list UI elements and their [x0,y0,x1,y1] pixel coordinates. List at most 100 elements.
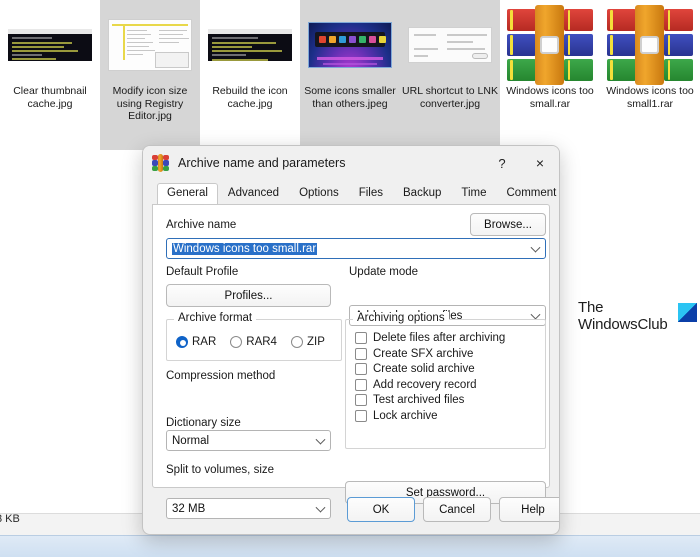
radio-indicator [230,336,243,348]
archive-name-input[interactable]: Windows icons too small.rar [166,238,546,259]
status-file-size: 3 KB [0,513,20,525]
checkbox-delete-files-after-archiving[interactable]: Delete files after archiving [355,332,539,344]
general-tab-panel: Archive name Browse... Windows icons too… [152,204,550,519]
dictionary-size-label: Dictionary size [166,417,241,429]
registry-editor-screenshot-icon [108,19,192,71]
radio-zip-label: ZIP [306,336,325,348]
file-name-label: Windows icons too small1.rar [606,85,694,110]
checkbox-indicator [355,363,367,375]
checkbox-create-sfx-archive[interactable]: Create SFX archive [355,347,539,360]
file-item[interactable]: Some icons smaller than others.jpeg [300,0,400,150]
file-item[interactable]: Windows icons too small1.rar [600,0,700,150]
terminal-screenshot-icon [208,29,292,61]
watermark-line-2: WindowsClub [578,315,668,333]
document-screenshot-icon [408,27,492,63]
checkbox-label: Create solid archive [373,363,475,375]
file-item[interactable]: Rebuild the icon cache.jpg [200,0,300,150]
file-item[interactable]: Clear thumbnail cache.jpg [0,0,100,150]
tab-files[interactable]: Files [349,183,393,204]
checkbox-lock-archive[interactable]: Lock archive [355,409,539,422]
compression-method-value: Normal [172,434,210,447]
file-thumbnail [506,4,594,86]
chevron-down-icon[interactable] [315,434,326,445]
checkbox-label: Test archived files [373,394,465,406]
file-item[interactable]: Windows icons too small.rar [500,0,600,150]
checkbox-add-recovery-record[interactable]: Add recovery record [355,378,539,391]
file-thumbnail [6,8,94,82]
winrar-icon [152,154,170,173]
checkbox-indicator [355,409,367,422]
tab-comment[interactable]: Comment [497,183,560,204]
desktop-screenshot-icon [308,22,392,68]
default-profile-label: Default Profile [166,266,239,278]
chevron-down-icon[interactable] [530,309,541,320]
archiving-options-group: Archiving options Delete files after arc… [345,312,546,449]
checkbox-test-archived-files[interactable]: Test archived files [355,394,539,406]
windowsclub-logo-icon [677,303,697,322]
help-button[interactable]: Help [499,497,559,522]
radio-indicator [176,336,188,348]
file-thumbnail [306,8,394,82]
archiving-options-label: Archiving options [353,312,449,324]
file-name-label: URL shortcut to LNK converter.jpg [402,85,498,110]
compression-method-select[interactable]: Normal [166,430,331,451]
compression-method-label: Compression method [166,370,276,382]
tab-time[interactable]: Time [451,183,496,204]
close-icon[interactable]: × [521,146,559,180]
split-volumes-label: Split to volumes, size [166,464,275,476]
checkbox-indicator [355,332,367,344]
file-thumbnail [606,4,694,86]
checkbox-indicator [355,347,367,360]
archive-name-value: Windows icons too small.rar [172,242,318,255]
archive-format-group: Archive format RAR RAR4 ZIP [166,312,342,361]
cancel-button[interactable]: Cancel [423,497,491,522]
checkbox-indicator [355,378,367,391]
checkbox-label: Add recovery record [373,378,477,391]
tab-general[interactable]: General [157,183,218,204]
file-name-label: Rebuild the icon cache.jpg [212,85,288,110]
update-mode-label: Update mode [349,266,419,278]
archive-name-label: Archive name [166,219,237,231]
file-thumbnail-strip: Clear thumbnail cache.jpg Modify icon si… [0,0,700,150]
tab-bar: General Advanced Options Files Backup Ti… [143,180,559,204]
radio-rar4[interactable]: RAR4 [230,336,277,348]
checkbox-label: Lock archive [373,409,438,422]
file-name-label: Clear thumbnail cache.jpg [13,85,87,110]
tab-backup[interactable]: Backup [393,183,451,204]
radio-indicator [290,336,303,348]
radio-zip[interactable]: ZIP [290,336,325,348]
radio-rar4-label: RAR4 [246,336,277,348]
file-thumbnail [406,8,494,82]
file-item[interactable]: URL shortcut to LNK converter.jpg [400,0,500,150]
archive-format-label: Archive format [174,312,257,324]
file-item[interactable]: Modify icon size using Registry Editor.j… [100,0,200,150]
winrar-archive-icon [607,4,694,86]
file-name-label: Modify icon size using Registry Editor.j… [112,85,188,122]
winrar-archive-icon [507,4,594,86]
watermark: The WindowsClub [578,299,697,333]
help-icon[interactable]: ? [483,146,521,180]
checkbox-label: Delete files after archiving [373,332,506,344]
radio-rar[interactable]: RAR [176,336,216,348]
file-name-label: Windows icons too small.rar [506,85,594,110]
file-thumbnail [206,8,294,82]
taskbar[interactable] [0,535,700,557]
chevron-down-icon[interactable] [530,242,541,253]
dialog-footer: OK Cancel Help [143,488,559,534]
file-name-label: Some icons smaller than others.jpeg [304,85,396,110]
file-thumbnail [106,8,194,82]
radio-rar-label: RAR [192,336,217,348]
dialog-title-bar[interactable]: Archive name and parameters ? × [143,146,559,180]
browse-button[interactable]: Browse... [470,213,546,236]
ok-button[interactable]: OK [347,497,415,522]
dialog-title: Archive name and parameters [178,156,346,170]
tab-options[interactable]: Options [289,183,349,204]
archive-parameters-dialog: Archive name and parameters ? × General … [142,145,560,535]
profiles-button[interactable]: Profiles... [166,284,331,307]
checkbox-indicator [355,394,367,406]
checkbox-label: Create SFX archive [373,347,474,360]
watermark-line-1: The [578,299,604,316]
checkbox-create-solid-archive[interactable]: Create solid archive [355,363,539,375]
tab-advanced[interactable]: Advanced [218,183,289,204]
terminal-screenshot-icon [8,29,92,61]
